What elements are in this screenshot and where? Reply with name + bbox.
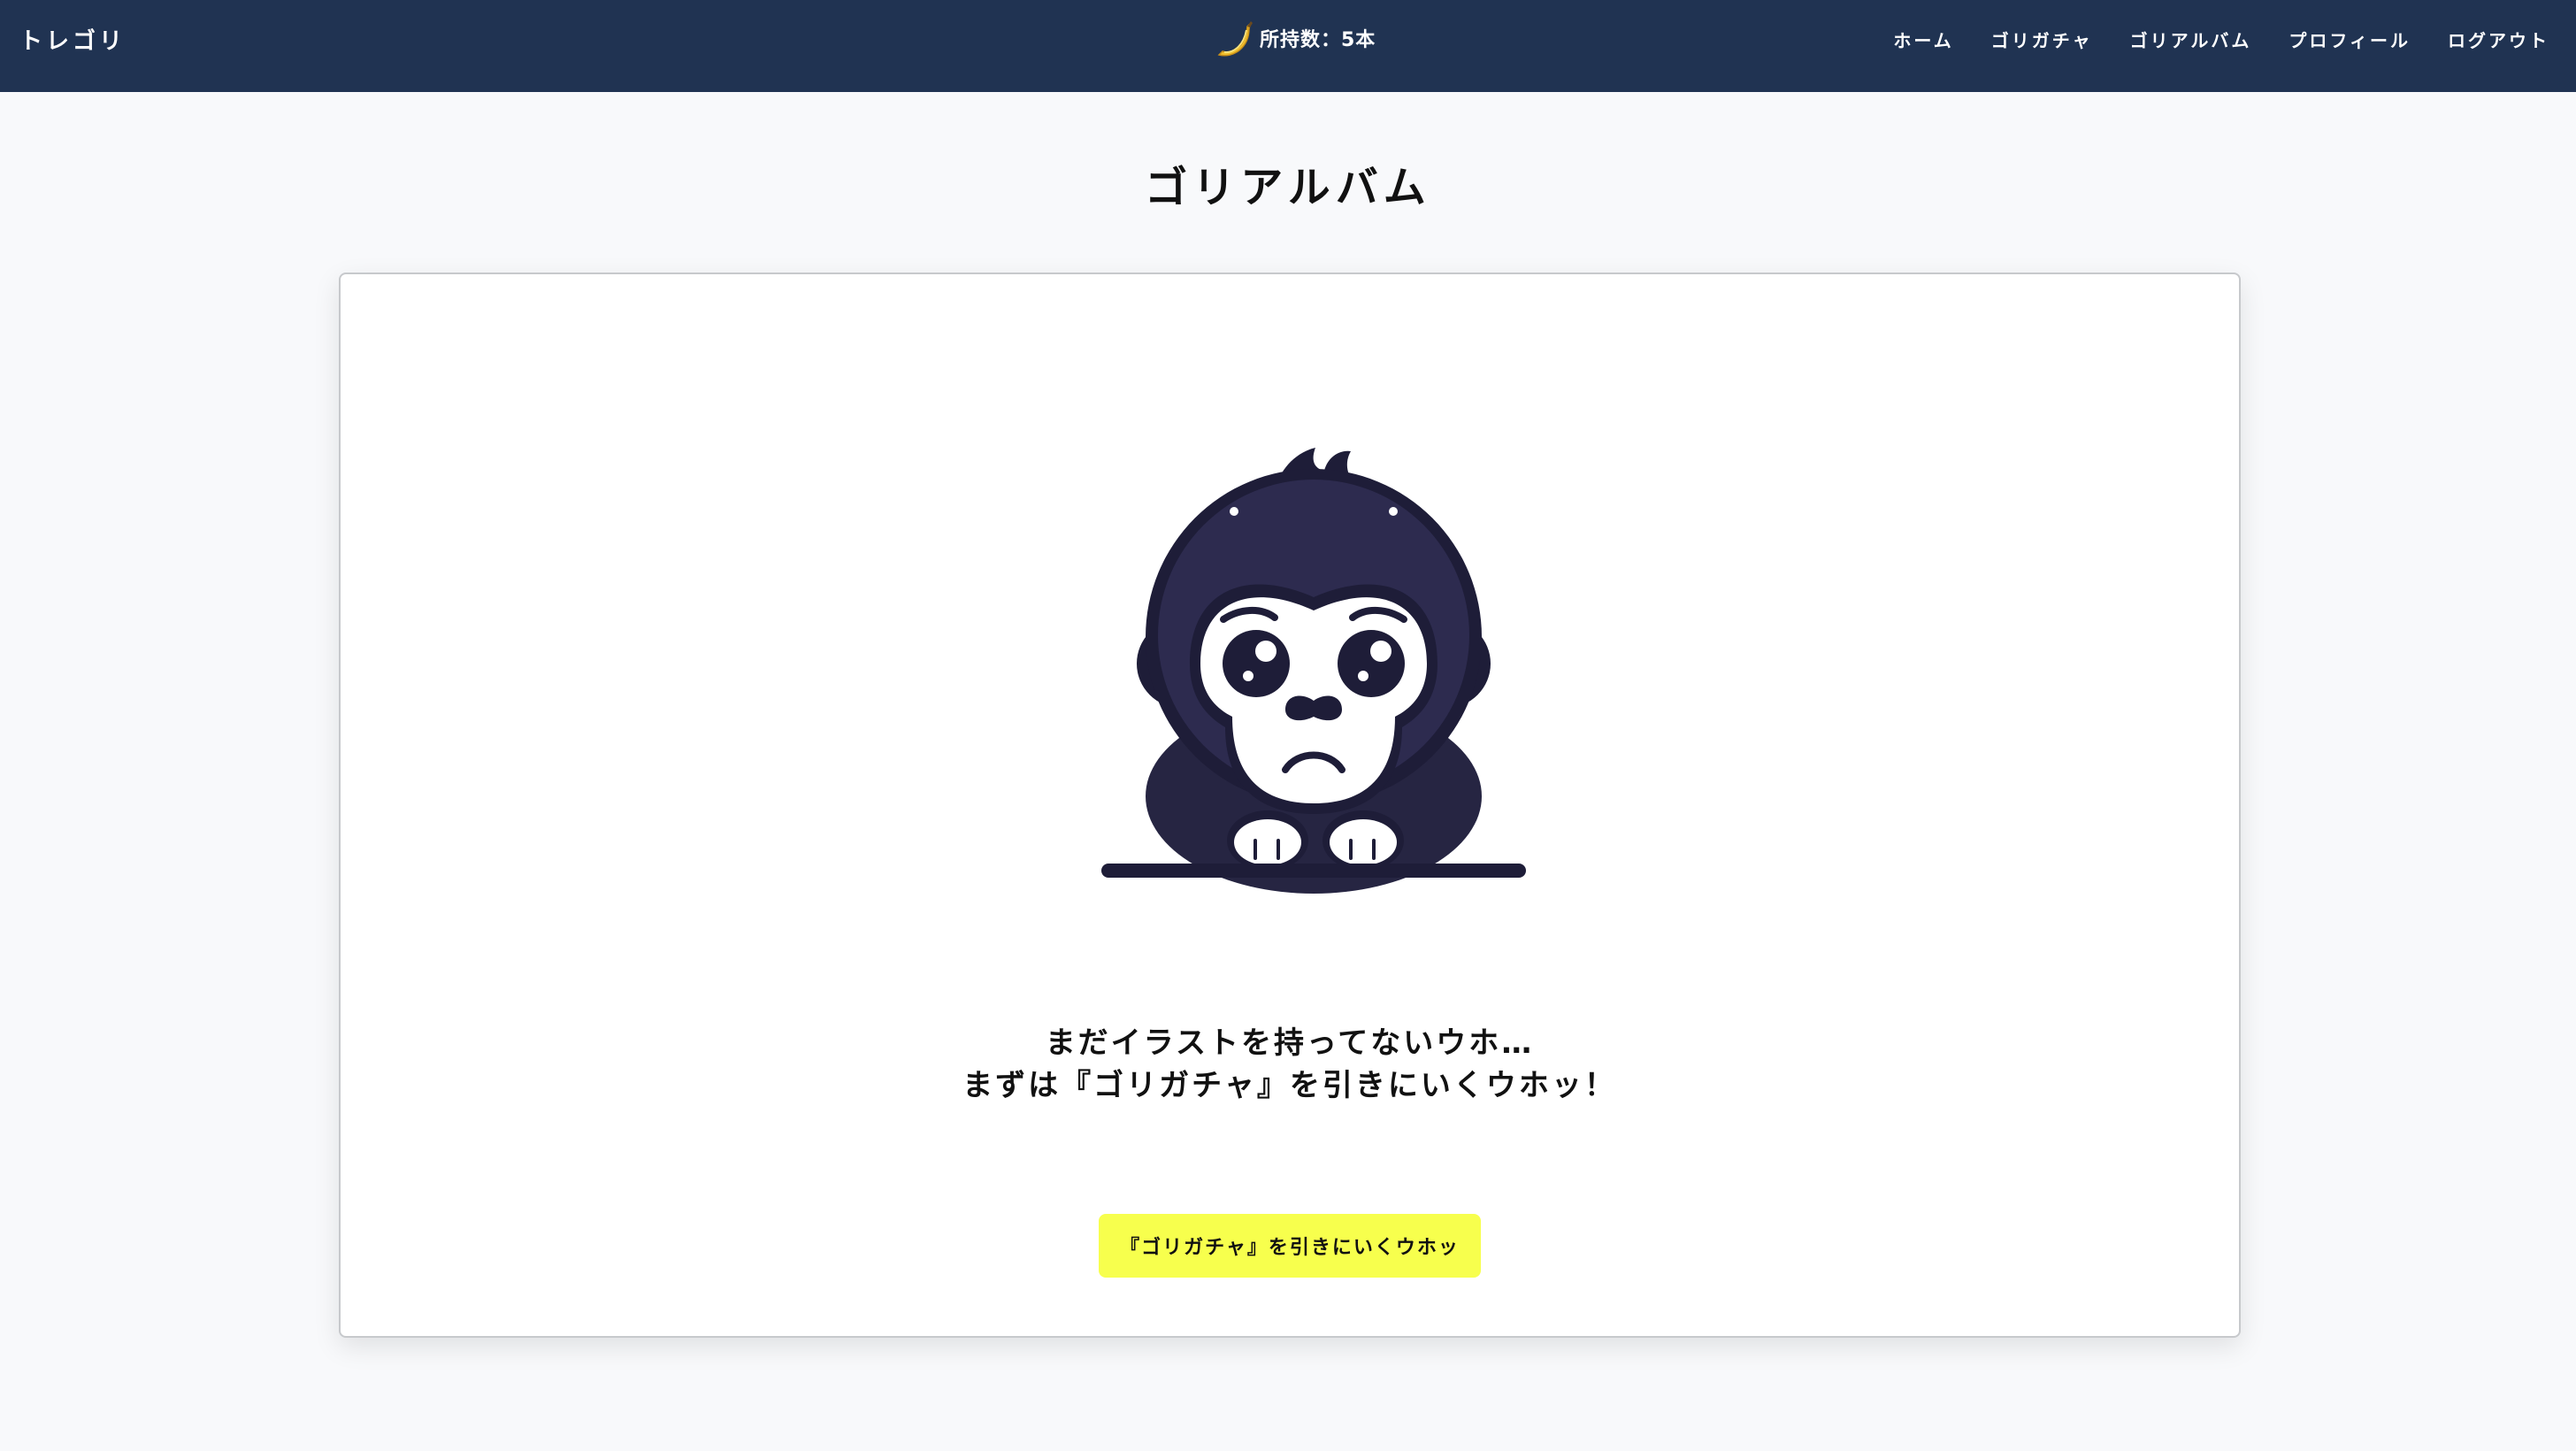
banana-balance: 所持数：5本 (1214, 16, 1376, 60)
balance-count: 所持数：5本 (1260, 29, 1376, 51)
nav-home[interactable]: ホーム (1893, 27, 1953, 52)
sad-gorilla-illustration (1101, 448, 1526, 894)
empty-message-line-2: まずは『ゴリガチャ』を引きにいくウホッ！ (962, 1068, 1617, 1103)
nav-album[interactable]: ゴリアルバム (2130, 27, 2252, 52)
go-to-gacha-button[interactable]: 『ゴリガチャ』を引きにいくウホッ (1099, 1214, 1481, 1278)
main-nav: ホーム ゴリガチャ ゴリアルバム プロフィール ログアウト (1893, 27, 2549, 52)
empty-album-card: まだイラストを持ってないウホ… まずは『ゴリガチャ』を引きにいくウホッ！ 『ゴリ… (339, 273, 2241, 1338)
banana-icon (1217, 21, 1253, 57)
nav-logout[interactable]: ログアウト (2448, 27, 2549, 52)
nav-gacha[interactable]: ゴリガチャ (1991, 27, 2093, 52)
page-title: ゴリアルバム (1145, 163, 1431, 212)
brand-logo[interactable]: トレゴリ (19, 23, 126, 56)
nav-profile[interactable]: プロフィール (2288, 27, 2411, 52)
empty-message-line-1: まだイラストを持ってないウホ… (1045, 1025, 1535, 1061)
empty-state-message: まだイラストを持ってないウホ… まずは『ゴリガチャ』を引きにいくウホッ！ (341, 1022, 2239, 1107)
top-navbar: トレゴリ 所持数：5本 ホーム ゴリガチャ ゴリアルバム プロフィール ログアウ… (0, 0, 2576, 92)
